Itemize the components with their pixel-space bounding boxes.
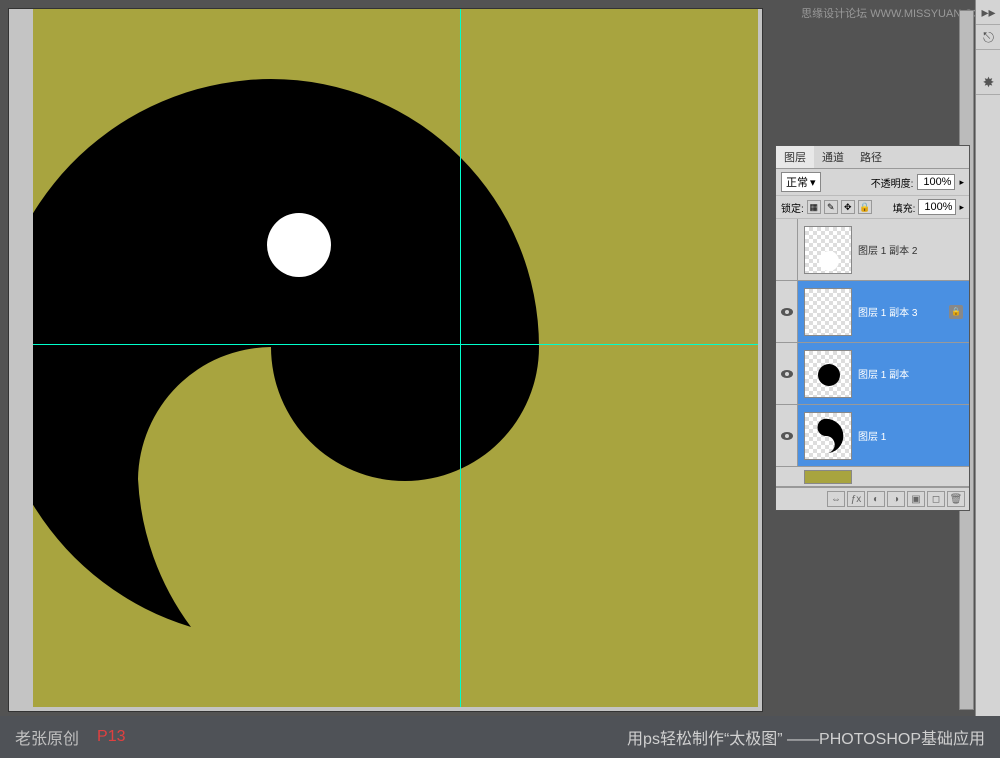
layer-item[interactable]: 图层 1 xyxy=(776,405,969,467)
visibility-toggle[interactable] xyxy=(776,281,798,342)
tab-channels[interactable]: 通道 xyxy=(814,146,852,168)
background-swatch-row[interactable] xyxy=(776,467,969,487)
visibility-toggle[interactable] xyxy=(776,343,798,404)
layer-item[interactable]: 图层 1 副本 xyxy=(776,343,969,405)
layer-item[interactable]: 图层 1 副本 2 xyxy=(776,219,969,281)
mask-icon[interactable]: ◐ xyxy=(867,491,885,507)
lock-transparent-icon[interactable]: ▦ xyxy=(807,200,821,214)
settings-icon[interactable]: ✸ xyxy=(976,70,1000,95)
group-icon[interactable]: ▣ xyxy=(907,491,925,507)
canvas-viewport xyxy=(8,8,763,712)
opacity-flyout-icon[interactable]: ▸ xyxy=(959,177,964,188)
blend-mode-label: 正常 xyxy=(786,174,808,190)
fill-flyout-icon[interactable]: ▸ xyxy=(959,202,964,213)
lock-brush-icon[interactable]: ✎ xyxy=(824,200,838,214)
layer-thumbnail[interactable] xyxy=(804,226,852,274)
bottom-caption-bar: 老张原创 P13 用ps轻松制作“太极图” ——PHOTOSHOP基础应用 xyxy=(0,716,1000,758)
author-label: 老张原创 xyxy=(15,725,79,749)
collapse-icon[interactable]: ▸▸ xyxy=(976,0,1000,25)
fx-icon[interactable]: ƒx xyxy=(847,491,865,507)
vertical-guide[interactable] xyxy=(460,9,461,707)
right-tool-strip: ▸▸ ⎋ ✸ xyxy=(975,0,1000,720)
tab-layers[interactable]: 图层 xyxy=(776,146,814,168)
layers-panel: 图层 通道 路径 正常 ▾ 不透明度: 100% ▸ 锁定: ▦ ✎ ✥ 🔒 填… xyxy=(775,145,970,511)
panel-footer: ⇔ ƒx ◐ ◑ ▣ ◻ 🗑 xyxy=(776,487,969,510)
eye-icon xyxy=(781,370,793,378)
layer-thumbnail[interactable] xyxy=(804,412,852,460)
lock-move-icon[interactable]: ✥ xyxy=(841,200,855,214)
layer-thumbnail[interactable] xyxy=(804,288,852,336)
opacity-input[interactable]: 100% xyxy=(917,174,955,190)
chevron-down-icon: ▾ xyxy=(810,176,816,189)
delete-icon[interactable]: 🗑 xyxy=(947,491,965,507)
layer-name: 图层 1 xyxy=(858,428,969,443)
lock-all-icon[interactable]: 🔒 xyxy=(858,200,872,214)
fill-input[interactable]: 100% xyxy=(918,199,956,215)
layer-thumbnail[interactable] xyxy=(804,350,852,398)
layer-name: 图层 1 副本 xyxy=(858,366,969,381)
page-label: P13 xyxy=(97,728,125,746)
bg-color-swatch xyxy=(804,470,852,484)
lock-icon: 🔒 xyxy=(949,305,963,319)
title-label: 用ps轻松制作“太极图” ——PHOTOSHOP基础应用 xyxy=(627,725,985,749)
adjustment-icon[interactable]: ◑ xyxy=(887,491,905,507)
layer-item[interactable]: 图层 1 副本 3 🔒 xyxy=(776,281,969,343)
lock-label: 锁定: xyxy=(781,200,804,215)
horizontal-guide[interactable] xyxy=(33,344,758,345)
opacity-label: 不透明度: xyxy=(871,175,914,190)
history-icon[interactable]: ⎋ xyxy=(976,25,1000,50)
panel-tabs: 图层 通道 路径 xyxy=(776,146,969,169)
taiji-shape xyxy=(33,79,543,639)
layer-list: 图层 1 副本 2 图层 1 副本 3 🔒 图层 1 副本 图层 1 xyxy=(776,219,969,487)
visibility-toggle[interactable] xyxy=(776,405,798,466)
tab-paths[interactable]: 路径 xyxy=(852,146,890,168)
layer-name: 图层 1 副本 2 xyxy=(858,242,969,257)
document-canvas[interactable] xyxy=(33,9,758,707)
fill-label: 填充: xyxy=(893,200,916,215)
blend-mode-dropdown[interactable]: 正常 ▾ xyxy=(781,172,821,192)
eye-icon xyxy=(781,308,793,316)
visibility-toggle[interactable] xyxy=(776,219,798,280)
eye-icon xyxy=(781,432,793,440)
new-layer-icon[interactable]: ◻ xyxy=(927,491,945,507)
link-layers-icon[interactable]: ⇔ xyxy=(827,491,845,507)
layer-name: 图层 1 副本 3 xyxy=(858,304,949,319)
